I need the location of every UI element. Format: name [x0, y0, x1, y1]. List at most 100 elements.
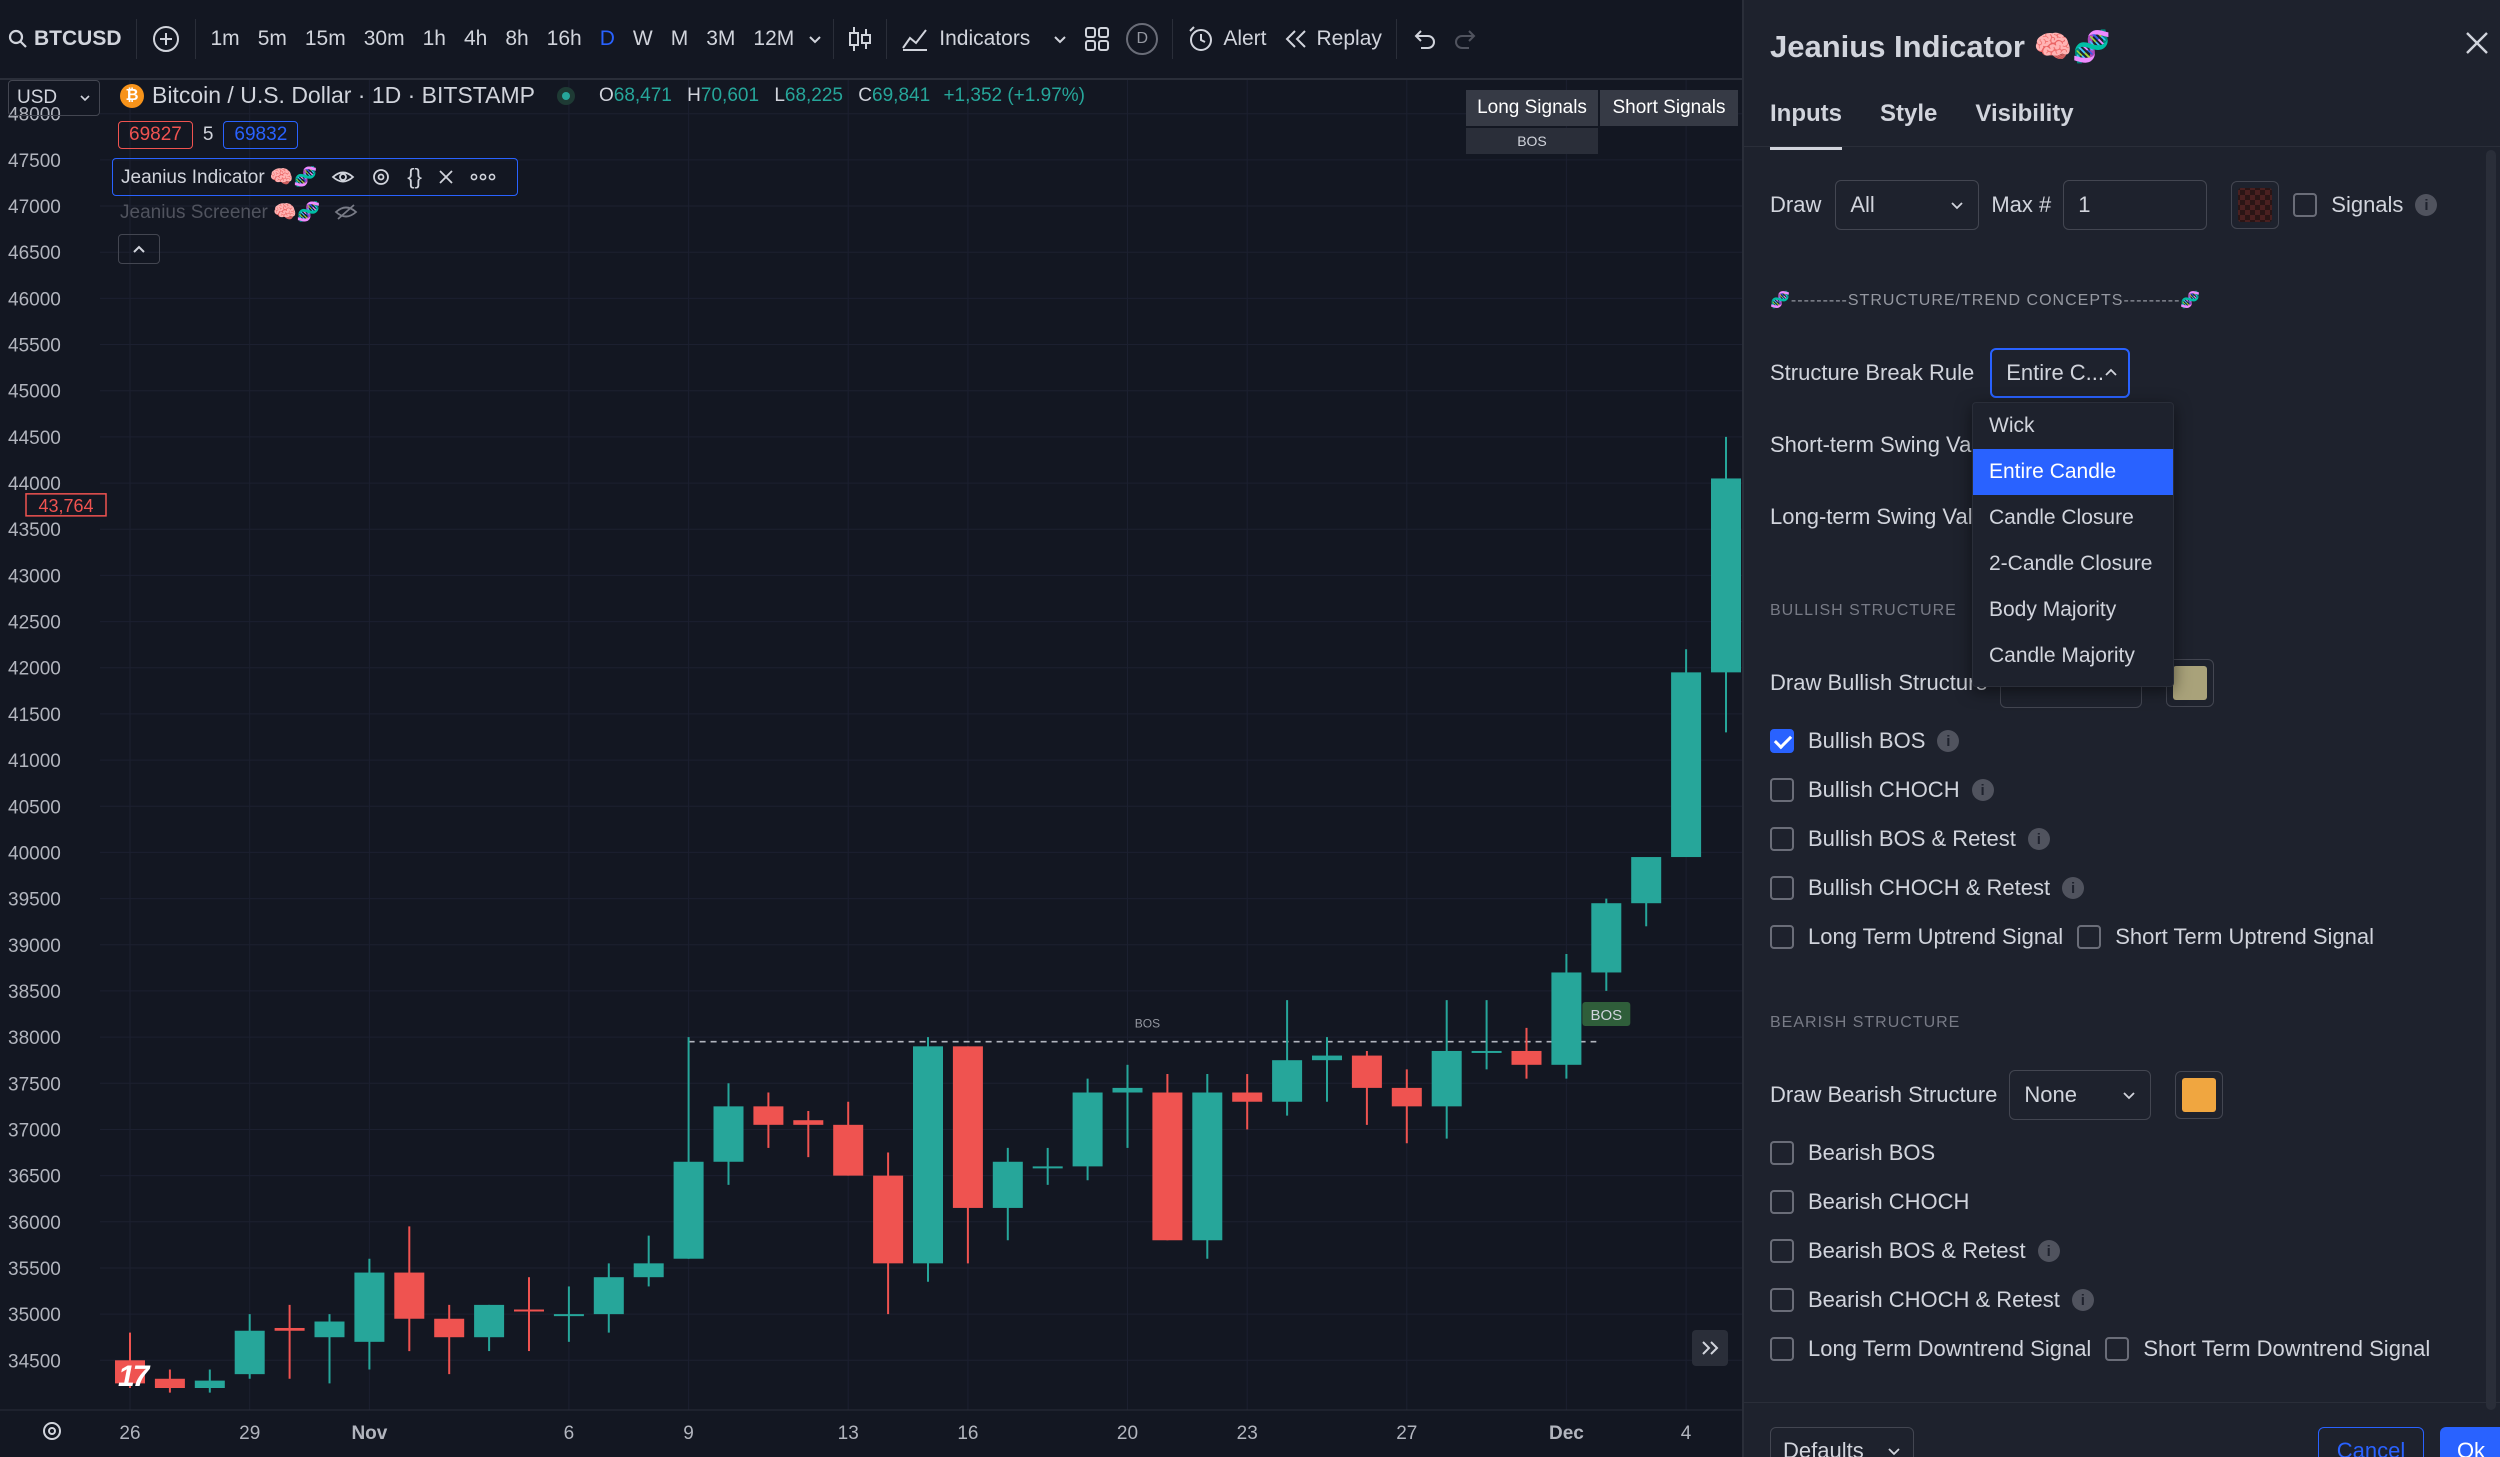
tab-style[interactable]: Style	[1880, 100, 1937, 150]
currency-select[interactable]: USD	[8, 80, 100, 116]
info-icon[interactable]: i	[2062, 877, 2085, 899]
info-icon[interactable]: i	[2037, 1240, 2060, 1262]
collapse-legend-button[interactable]	[118, 234, 160, 264]
candle-body[interactable]	[1431, 1050, 1462, 1107]
candle-body[interactable]	[194, 1380, 225, 1388]
checkbox[interactable]	[1770, 778, 1794, 802]
candle-body[interactable]	[753, 1106, 784, 1125]
candle-body[interactable]	[833, 1124, 864, 1176]
candle-body[interactable]	[1631, 857, 1662, 904]
dropdown-option[interactable]: Wick	[1973, 403, 2173, 449]
checkbox[interactable]	[1770, 1239, 1794, 1263]
dropdown-option[interactable]: Entire Candle	[1973, 449, 2173, 495]
layouts-button[interactable]	[1076, 12, 1118, 66]
cancel-button[interactable]: Cancel	[2318, 1427, 2424, 1457]
alert-button[interactable]: Alert	[1179, 12, 1274, 66]
bearish-color-swatch[interactable]	[2175, 1071, 2224, 1119]
eye-off-icon[interactable]	[334, 203, 358, 221]
checkbox[interactable]	[1770, 827, 1794, 851]
short-uptrend-checkbox[interactable]	[2077, 925, 2102, 949]
candle-body[interactable]	[1671, 672, 1702, 858]
candle-body[interactable]	[1152, 1092, 1183, 1241]
dropdown-option[interactable]: 2-Candle Closure	[1973, 541, 2173, 587]
interval-1m[interactable]: 1m	[202, 27, 249, 51]
candle-body[interactable]	[1312, 1055, 1342, 1061]
candle-body[interactable]	[234, 1330, 265, 1375]
info-icon[interactable]: i	[2415, 194, 2438, 216]
indicator-legend-jeanius[interactable]: Jeanius Indicator 🧠🧬 {}	[112, 158, 518, 196]
defaults-button[interactable]: Defaults	[1770, 1427, 1914, 1457]
candle-body[interactable]	[1511, 1050, 1542, 1065]
symbol-search[interactable]: BTCUSD	[0, 12, 130, 66]
chart-area[interactable]: 48000 47500 47000 46500 46000 45500 45000 44500…	[0, 80, 1742, 1457]
interval-8h[interactable]: 8h	[496, 27, 537, 51]
info-icon[interactable]: i	[1937, 730, 1960, 752]
candle-body[interactable]	[593, 1277, 624, 1315]
candle-body[interactable]	[873, 1175, 904, 1264]
ok-button[interactable]: Ok	[2440, 1427, 2500, 1457]
candle-body[interactable]	[952, 1046, 983, 1208]
interval-30m[interactable]: 30m	[355, 27, 414, 51]
candle-body[interactable]	[913, 1046, 943, 1264]
draw-color-swatch[interactable]	[2231, 181, 2280, 229]
long-downtrend-checkbox[interactable]	[1770, 1337, 1794, 1361]
undo-button[interactable]	[1403, 12, 1445, 66]
candle-body[interactable]	[474, 1304, 505, 1338]
candle-body[interactable]	[1032, 1166, 1063, 1169]
interval-4h[interactable]: 4h	[455, 27, 496, 51]
interval-W[interactable]: W	[624, 27, 662, 51]
indicator-legend-screener[interactable]: Jeanius Screener 🧠🧬	[120, 200, 358, 224]
candle-body[interactable]	[1232, 1092, 1263, 1102]
chart-type-button[interactable]	[840, 12, 880, 66]
dropdown-option[interactable]: Body Majority	[1973, 587, 2173, 633]
dropdown-option[interactable]: Candle Majority	[1973, 633, 2173, 679]
interval-more-button[interactable]	[803, 12, 827, 66]
interval-12M[interactable]: 12M	[744, 27, 803, 51]
settings-icon[interactable]	[371, 167, 391, 187]
remove-icon[interactable]	[438, 169, 454, 185]
checkbox[interactable]	[1770, 1141, 1794, 1165]
candle-body[interactable]	[1072, 1092, 1103, 1167]
candle-body[interactable]	[1112, 1087, 1143, 1093]
draw-bearish-select[interactable]: None	[2009, 1070, 2152, 1120]
interval-M[interactable]: M	[662, 27, 698, 51]
dropdown-option[interactable]: Candle Closure	[1973, 495, 2173, 541]
redo-button[interactable]	[1445, 12, 1487, 66]
more-icon[interactable]	[470, 172, 496, 182]
source-code-icon[interactable]: {}	[407, 164, 422, 190]
indicators-button[interactable]: Indicators	[893, 12, 1076, 66]
candle-body[interactable]	[713, 1106, 744, 1162]
close-panel-button[interactable]	[2464, 30, 2490, 56]
short-downtrend-checkbox[interactable]	[2105, 1337, 2130, 1361]
info-icon[interactable]: i	[2071, 1289, 2094, 1311]
candle-body[interactable]	[1471, 1050, 1502, 1053]
ask-button[interactable]: 69832	[223, 121, 299, 149]
info-icon[interactable]: i	[2027, 828, 2050, 850]
d-badge-button[interactable]: D	[1118, 12, 1166, 66]
candle-body[interactable]	[793, 1120, 824, 1125]
candle-body[interactable]	[1351, 1055, 1382, 1088]
candle-body[interactable]	[514, 1309, 544, 1312]
candle-body[interactable]	[673, 1161, 704, 1259]
candle-body[interactable]	[1391, 1087, 1422, 1107]
signals-checkbox[interactable]	[2293, 193, 2318, 217]
candle-body[interactable]	[394, 1272, 425, 1319]
candle-body[interactable]	[1591, 903, 1622, 973]
tab-inputs[interactable]: Inputs	[1770, 100, 1842, 150]
structure-break-select[interactable]: Entire C...	[1990, 348, 2131, 398]
interval-5m[interactable]: 5m	[249, 27, 296, 51]
interval-D[interactable]: D	[591, 27, 624, 51]
checkbox[interactable]	[1770, 1288, 1794, 1312]
draw-select[interactable]: All	[1835, 180, 1980, 230]
interval-16h[interactable]: 16h	[538, 27, 591, 51]
scroll-to-realtime-button[interactable]	[1692, 1330, 1728, 1366]
interval-15m[interactable]: 15m	[296, 27, 355, 51]
checkbox[interactable]	[1770, 876, 1794, 900]
candle-body[interactable]	[1551, 972, 1582, 1065]
max-input[interactable]: 1	[2063, 180, 2208, 230]
candle-body[interactable]	[1711, 478, 1741, 673]
candle-body[interactable]	[633, 1263, 664, 1278]
candle-body[interactable]	[1192, 1092, 1223, 1241]
bid-button[interactable]: 69827	[118, 121, 193, 149]
replay-button[interactable]: Replay	[1275, 12, 1390, 66]
